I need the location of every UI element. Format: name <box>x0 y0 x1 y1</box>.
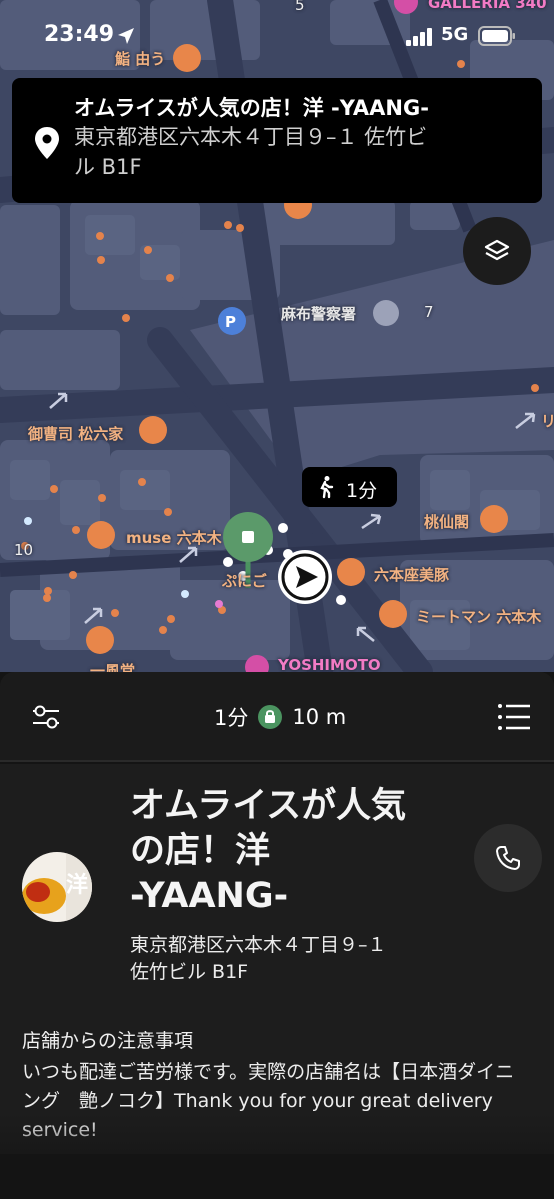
notice-heading: 店舗からの注意事項 <box>22 1030 194 1052</box>
store-address-line: 東京都港区六本木４丁目９–１ <box>130 934 387 956</box>
status-bar: 23:49 5G <box>0 0 554 72</box>
poi-label-police[interactable]: 麻布警察署 <box>281 303 356 324</box>
bag-icon <box>258 705 283 729</box>
destination-title: オムライスが人気の店！洋 -YAANG- <box>74 96 429 120</box>
bottom-sheet: 1分 10 m 洋 オムライスが人気 の店！洋 -YAANG- 東京都港区六本木… <box>0 672 554 1199</box>
poi-label-muse[interactable]: muse 六本木 <box>126 527 222 548</box>
svg-text:P: P <box>225 313 236 331</box>
walk-time-text: 1分 <box>346 480 378 502</box>
battery-icon <box>478 26 515 46</box>
store-address-line: 佐竹ビル B1F <box>130 961 249 983</box>
destination-card[interactable]: オムライスが人気の店！洋 -YAANG- 東京都港区六本木４丁目９–１ 佐竹ビ … <box>12 78 542 203</box>
signal-icon <box>406 28 432 46</box>
store-name-line: -YAANG- <box>130 876 289 916</box>
store-name-line: オムライスが人気 <box>130 786 407 826</box>
destination-address-line: 東京都港区六本木４丁目９–１ 佐竹ビ <box>74 125 428 149</box>
eta-summary: 1分 10 m <box>214 702 346 732</box>
layers-icon <box>484 239 510 261</box>
map-number-label: 10 <box>14 541 34 559</box>
map-view[interactable]: P 5 鮨 由う GALLERIA 340 麻布警察署 7 御曹司 松六家 mu… <box>0 0 554 672</box>
current-location-icon <box>278 550 332 604</box>
settings-sliders-icon[interactable] <box>31 703 61 731</box>
poi-label-ichido[interactable]: 一風堂 <box>90 660 135 672</box>
store-address: 東京都港区六本木４丁目９–１ 佐竹ビル B1F <box>130 932 450 986</box>
destination-address-line: ル B1F <box>74 155 142 179</box>
walk-time-bubble: 1分 <box>302 467 397 507</box>
trip-toolbar: 1分 10 m <box>0 672 554 762</box>
poi-label-roppongiza[interactable]: 六本座美豚 <box>374 564 449 585</box>
poi-label-right-edge[interactable]: リ <box>541 410 554 431</box>
network-type: 5G <box>441 24 469 45</box>
poi-label-toukaku[interactable]: 桃仙閣 <box>424 511 469 532</box>
poi-label-meatman[interactable]: ミートマン 六本木 <box>416 606 541 627</box>
eta-time: 1分 <box>214 706 249 730</box>
store-name: オムライスが人気 の店！洋 -YAANG- <box>130 784 470 919</box>
phone-icon <box>496 846 520 870</box>
poi-label-pudo[interactable]: ぷにご <box>222 570 267 591</box>
poi-label-yoshimoto[interactable]: YOSHIMOTO <box>278 656 381 672</box>
map-layers-button[interactable] <box>463 217 531 285</box>
location-pin-icon <box>35 127 59 159</box>
poi-label-gozenshi[interactable]: 御曹司 松六家 <box>28 423 123 444</box>
walking-person-icon <box>320 476 334 499</box>
location-arrow-icon <box>118 28 134 44</box>
store-detail-panel: 洋 オムライスが人気 の店！洋 -YAANG- 東京都港区六本木４丁目９–１ 佐… <box>0 764 554 1154</box>
scroll-fade <box>0 1114 554 1154</box>
distance-text: 10 m <box>292 705 347 729</box>
list-icon[interactable] <box>497 702 531 732</box>
store-avatar: 洋 <box>22 852 92 922</box>
store-name-line: の店！洋 <box>130 831 271 871</box>
avatar-text: 洋 <box>66 872 88 898</box>
status-time: 23:49 <box>44 22 115 47</box>
call-store-button[interactable] <box>474 824 542 892</box>
map-number-label: 7 <box>424 303 434 321</box>
destination-address: 東京都港区六本木４丁目９–１ 佐竹ビ ル B1F <box>74 122 522 182</box>
